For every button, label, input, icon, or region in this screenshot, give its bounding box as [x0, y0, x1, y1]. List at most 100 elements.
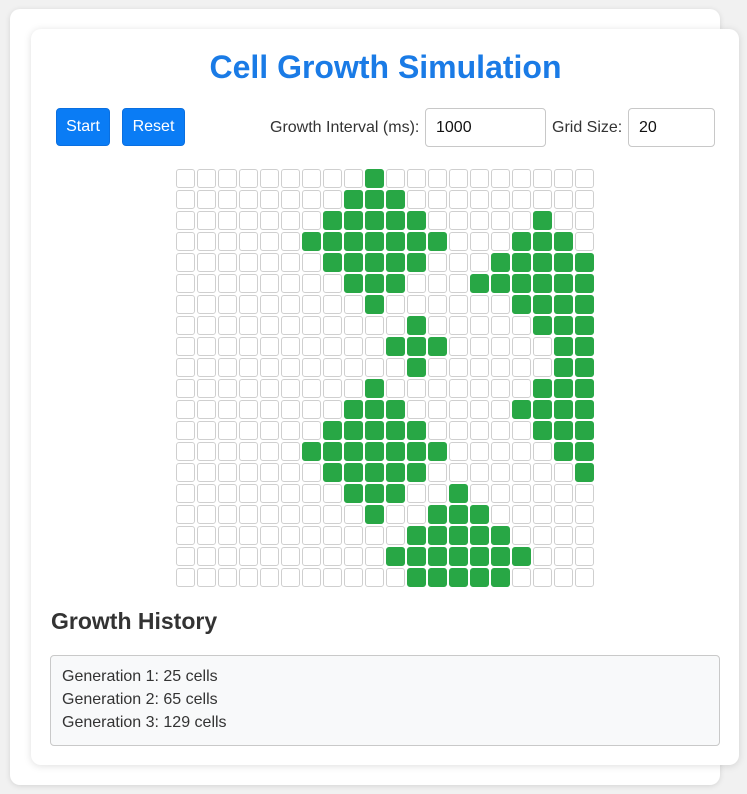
- grid-cell[interactable]: [533, 568, 552, 587]
- grid-cell-alive[interactable]: [365, 442, 384, 461]
- grid-cell[interactable]: [512, 526, 531, 545]
- grid-cell[interactable]: [533, 463, 552, 482]
- grid-cell[interactable]: [449, 358, 468, 377]
- grid-cell[interactable]: [428, 169, 447, 188]
- grid-cell[interactable]: [491, 400, 510, 419]
- grid-cell[interactable]: [302, 253, 321, 272]
- grid-cell[interactable]: [281, 211, 300, 230]
- grid-cell[interactable]: [260, 463, 279, 482]
- grid-cell[interactable]: [218, 379, 237, 398]
- grid-cell-alive[interactable]: [575, 463, 594, 482]
- grid-cell[interactable]: [323, 274, 342, 293]
- grid-cell-alive[interactable]: [407, 253, 426, 272]
- grid-cell[interactable]: [197, 358, 216, 377]
- grid-cell-alive[interactable]: [512, 547, 531, 566]
- grid-cell-alive[interactable]: [344, 253, 363, 272]
- grid-cell-alive[interactable]: [365, 190, 384, 209]
- grid-cell[interactable]: [344, 295, 363, 314]
- grid-cell[interactable]: [449, 421, 468, 440]
- grid-cell[interactable]: [575, 526, 594, 545]
- grid-cell[interactable]: [533, 190, 552, 209]
- grid-cell[interactable]: [491, 505, 510, 524]
- grid-cell[interactable]: [533, 442, 552, 461]
- grid-cell[interactable]: [449, 400, 468, 419]
- grid-cell[interactable]: [575, 190, 594, 209]
- grid-cell[interactable]: [281, 547, 300, 566]
- grid-cell-alive[interactable]: [344, 211, 363, 230]
- grid-cell-alive[interactable]: [407, 463, 426, 482]
- grid-cell-alive[interactable]: [554, 379, 573, 398]
- grid-cell[interactable]: [260, 568, 279, 587]
- grid-cell[interactable]: [344, 547, 363, 566]
- grid-cell-alive[interactable]: [386, 400, 405, 419]
- grid-cell[interactable]: [302, 547, 321, 566]
- grid-cell[interactable]: [449, 190, 468, 209]
- grid-cell[interactable]: [197, 442, 216, 461]
- grid-cell-alive[interactable]: [428, 337, 447, 356]
- grid-cell-alive[interactable]: [554, 316, 573, 335]
- grid-cell-alive[interactable]: [386, 484, 405, 503]
- grid-cell[interactable]: [365, 568, 384, 587]
- grid-cell[interactable]: [323, 568, 342, 587]
- grid-cell[interactable]: [428, 463, 447, 482]
- grid-cell[interactable]: [428, 358, 447, 377]
- grid-cell[interactable]: [197, 295, 216, 314]
- grid-cell[interactable]: [260, 211, 279, 230]
- grid-cell[interactable]: [344, 358, 363, 377]
- grid-cell-alive[interactable]: [365, 400, 384, 419]
- grid-cell[interactable]: [428, 190, 447, 209]
- grid-cell-alive[interactable]: [386, 274, 405, 293]
- grid-cell[interactable]: [239, 274, 258, 293]
- grid-cell[interactable]: [239, 295, 258, 314]
- grid-cell-alive[interactable]: [491, 526, 510, 545]
- grid-cell[interactable]: [491, 442, 510, 461]
- grid-cell[interactable]: [323, 190, 342, 209]
- grid-cell[interactable]: [323, 484, 342, 503]
- grid-cell[interactable]: [554, 547, 573, 566]
- grid-cell-alive[interactable]: [470, 505, 489, 524]
- grid-cell-alive[interactable]: [512, 400, 531, 419]
- grid-cell[interactable]: [470, 295, 489, 314]
- grid-cell[interactable]: [218, 505, 237, 524]
- grid-cell[interactable]: [470, 400, 489, 419]
- grid-cell-alive[interactable]: [554, 337, 573, 356]
- grid-cell[interactable]: [449, 211, 468, 230]
- grid-cell[interactable]: [239, 568, 258, 587]
- grid-cell-alive[interactable]: [533, 295, 552, 314]
- grid-cell-alive[interactable]: [344, 232, 363, 251]
- grid-cell[interactable]: [449, 316, 468, 335]
- grid-cell[interactable]: [197, 421, 216, 440]
- grid-cell[interactable]: [176, 400, 195, 419]
- grid-cell-alive[interactable]: [575, 337, 594, 356]
- grid-cell[interactable]: [239, 316, 258, 335]
- grid-cell[interactable]: [491, 232, 510, 251]
- grid-cell[interactable]: [449, 463, 468, 482]
- grid-cell[interactable]: [176, 295, 195, 314]
- grid-cell[interactable]: [449, 442, 468, 461]
- grid-cell-alive[interactable]: [554, 442, 573, 461]
- grid-cell[interactable]: [491, 484, 510, 503]
- grid-cell[interactable]: [554, 526, 573, 545]
- grid-cell[interactable]: [470, 169, 489, 188]
- grid-cell-alive[interactable]: [344, 421, 363, 440]
- grid-cell[interactable]: [470, 211, 489, 230]
- grid-cell[interactable]: [512, 190, 531, 209]
- grid-cell-alive[interactable]: [533, 379, 552, 398]
- grid-cell[interactable]: [302, 337, 321, 356]
- grid-cell[interactable]: [176, 211, 195, 230]
- grid-cell[interactable]: [218, 484, 237, 503]
- grid-cell-alive[interactable]: [365, 253, 384, 272]
- grid-cell-alive[interactable]: [533, 211, 552, 230]
- grid-cell[interactable]: [428, 421, 447, 440]
- grid-cell[interactable]: [554, 190, 573, 209]
- grid-cell-alive[interactable]: [575, 295, 594, 314]
- grid-cell[interactable]: [260, 316, 279, 335]
- grid-cell[interactable]: [239, 169, 258, 188]
- grid-cell-alive[interactable]: [428, 442, 447, 461]
- grid-cell[interactable]: [239, 442, 258, 461]
- grid-cell[interactable]: [239, 547, 258, 566]
- grid-cell-alive[interactable]: [365, 463, 384, 482]
- grid-cell[interactable]: [281, 463, 300, 482]
- grid-cell[interactable]: [218, 526, 237, 545]
- grid-cell[interactable]: [281, 358, 300, 377]
